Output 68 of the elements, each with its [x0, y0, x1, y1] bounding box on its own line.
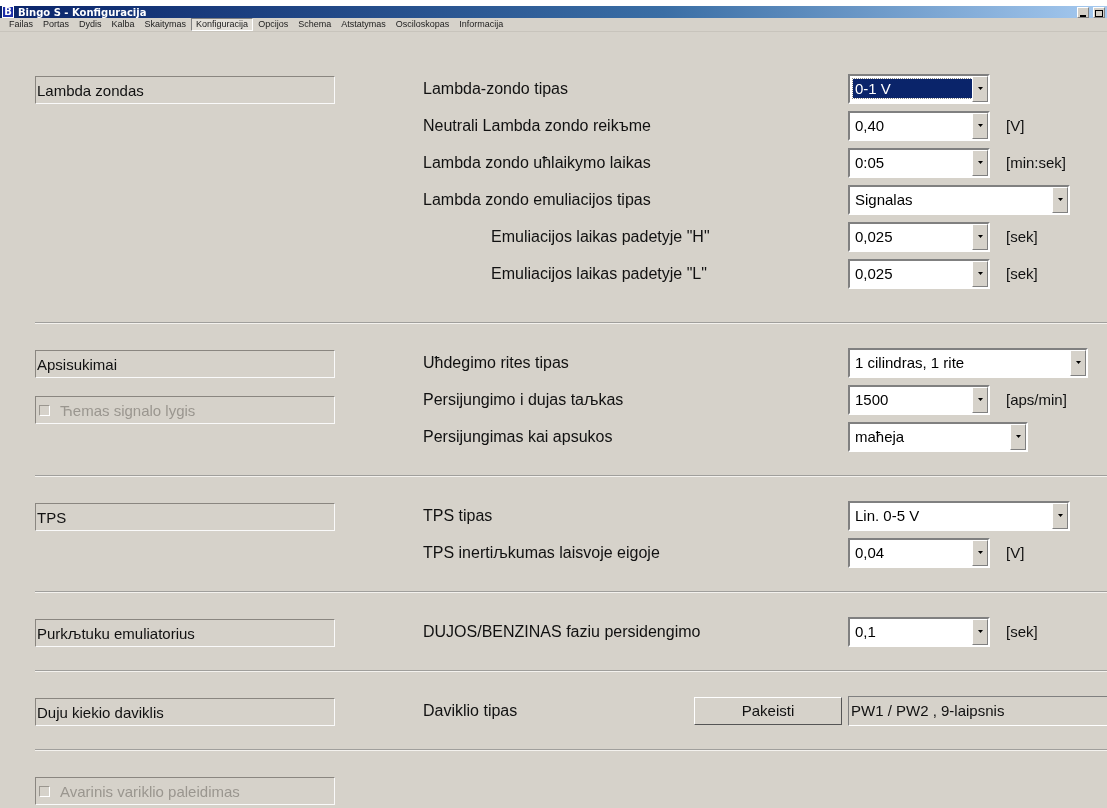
- menu-item[interactable]: Kalba: [106, 18, 140, 31]
- caret-icon: [977, 272, 983, 275]
- field-label: Lambda-zondo tipas: [423, 79, 568, 98]
- unit-label: [aps/min]: [1006, 391, 1067, 408]
- dropdown[interactable]: Lin. 0-5 V: [848, 500, 1070, 531]
- dropdown[interactable]: 0,1: [848, 616, 990, 647]
- field-label: Neutrali Lambda zondo reikъme: [423, 116, 651, 135]
- field-label: TPS inertiљkumas laisvoje eigoje: [423, 543, 660, 562]
- caret-icon: [977, 398, 983, 401]
- field-label: Lambda zondo uћlaikymo laikas: [423, 153, 651, 172]
- caret-icon: [977, 235, 983, 238]
- dropdown[interactable]: 1 cilindras, 1 rite: [848, 347, 1088, 378]
- menu-item[interactable]: Dydis: [74, 18, 107, 31]
- caret-icon: [1075, 361, 1081, 364]
- dropdown[interactable]: 0-1 V: [848, 73, 990, 104]
- field-label: Emuliacijos laikas padetyje "H": [491, 227, 710, 246]
- field-label: Emuliacijos laikas padetyje "L": [491, 264, 707, 283]
- menu-item[interactable]: Atstatymas: [336, 18, 391, 31]
- menu-item[interactable]: Konfiguracija: [191, 18, 254, 31]
- group-label: Apsisukimai: [35, 350, 335, 378]
- caret-icon: [977, 630, 983, 633]
- caret-icon: [1057, 198, 1063, 201]
- menu-item[interactable]: Failas: [4, 18, 38, 31]
- field-label: Persijungimas kai apsukos: [423, 427, 613, 446]
- caret-icon: [977, 161, 983, 164]
- menu-item[interactable]: Informacija: [454, 18, 509, 31]
- dropdown[interactable]: maћeja: [848, 421, 1028, 452]
- unit-label: [sek]: [1006, 265, 1038, 282]
- dropdown[interactable]: 0,025: [848, 221, 990, 252]
- caret-icon: [1057, 514, 1063, 517]
- group-label: TPS: [35, 503, 335, 531]
- field-label: Persijungimo i dujas taљkas: [423, 390, 624, 409]
- field-label: Uћdegimo rites tipas: [423, 353, 569, 372]
- maximize-icon: [1095, 9, 1103, 17]
- caret-icon: [977, 87, 983, 90]
- unit-label: [sek]: [1006, 228, 1038, 245]
- change-button[interactable]: Pakeisti: [694, 696, 842, 725]
- dropdown[interactable]: Signalas: [848, 184, 1070, 215]
- unit-label: [V]: [1006, 544, 1025, 561]
- group-label: Duju kiekio daviklis: [35, 698, 335, 726]
- unit-label: [min:sek]: [1006, 154, 1066, 171]
- caret-icon: [977, 551, 983, 554]
- minimize-icon: [1080, 14, 1086, 17]
- menu-item[interactable]: Skaitymas: [139, 18, 192, 31]
- dropdown[interactable]: 0,40: [848, 110, 990, 141]
- group-label: Purkљtuku emuliatorius: [35, 619, 335, 647]
- menu-item[interactable]: Osciloskopas: [390, 18, 455, 31]
- caret-icon: [977, 124, 983, 127]
- menu-item[interactable]: Opcijos: [253, 18, 294, 31]
- dropdown[interactable]: 0,025: [848, 258, 990, 289]
- maximize-button[interactable]: [1093, 6, 1105, 18]
- group-label: Lambda zondas: [35, 76, 335, 104]
- menu-item[interactable]: Portas: [38, 18, 75, 31]
- unit-label: [V]: [1006, 117, 1025, 134]
- unit-label: [sek]: [1006, 623, 1038, 640]
- menu-item[interactable]: Schema: [293, 18, 337, 31]
- field-label: Lambda zondo emuliacijos tipas: [423, 190, 651, 209]
- field-label: DUJOS/BENZINAS faziu persidengimo: [423, 622, 701, 641]
- dropdown[interactable]: 0:05: [848, 147, 990, 178]
- dropdown[interactable]: 1500: [848, 384, 990, 415]
- dropdown[interactable]: 0,04: [848, 537, 990, 568]
- value-display: PW1 / PW2 , 9-laipsnis: [848, 695, 1107, 726]
- caret-icon: [1015, 435, 1021, 438]
- minimize-button[interactable]: [1077, 6, 1089, 18]
- app-logo: B: [2, 6, 14, 18]
- window-title: Bingo S - Konfiguracija: [18, 6, 148, 18]
- field-label: Daviklio tipas: [423, 701, 518, 720]
- field-label: TPS tipas: [423, 506, 493, 525]
